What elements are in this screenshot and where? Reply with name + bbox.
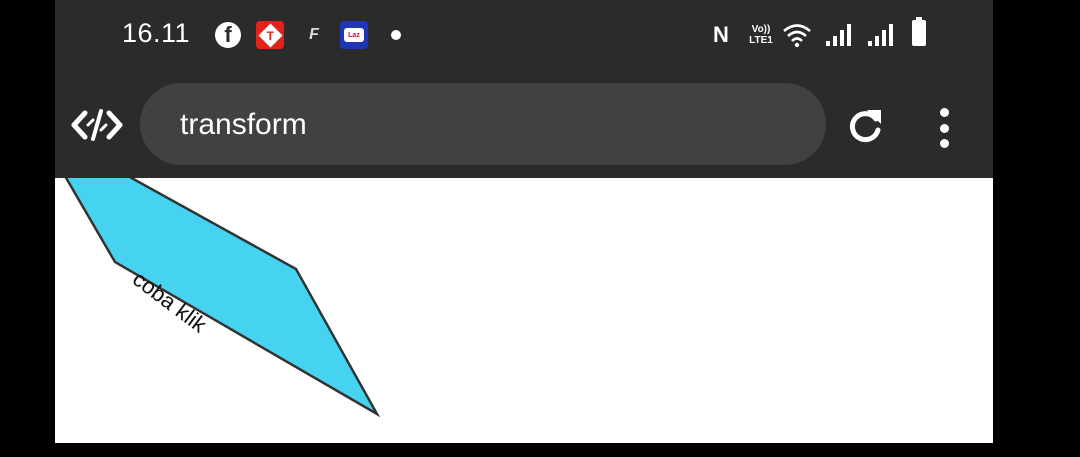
signal-strength-1-icon [826, 24, 851, 46]
menu-dot [939, 108, 949, 117]
url-bar[interactable]: transform [140, 83, 826, 165]
browser-toolbar: transform [55, 72, 993, 178]
battery-icon [912, 17, 926, 46]
signal-strength-2-icon [868, 24, 893, 46]
more-notifications-dot-icon [391, 30, 401, 40]
lte-label: LTE1 [749, 35, 773, 46]
phone-screen: 16.11 f T F Laz N Vo)) LTE1 transform co… [55, 0, 993, 443]
menu-dot [939, 123, 949, 133]
status-bar: 16.11 f T F Laz N Vo)) LTE1 [55, 0, 993, 72]
menu-dot [939, 139, 949, 148]
reload-icon[interactable] [845, 106, 885, 146]
transformed-button[interactable] [55, 178, 455, 443]
t-app-icon: T [256, 21, 284, 49]
volte-label: Vo)) [751, 24, 771, 35]
url-text[interactable]: transform [180, 108, 307, 142]
transformed-button-shape[interactable] [64, 178, 381, 418]
volte-lte-icon: Vo)) LTE1 [743, 21, 779, 49]
wifi-icon [783, 24, 811, 48]
code-editor-icon[interactable] [71, 109, 123, 141]
nfc-icon: N [713, 22, 729, 47]
web-content: coba klik [55, 178, 993, 443]
lazada-icon: Laz [340, 21, 368, 49]
facebook-icon: f [215, 22, 241, 48]
clock: 16.11 [122, 18, 191, 48]
more-options-icon[interactable] [937, 108, 951, 148]
f-app-icon: F [309, 26, 319, 43]
